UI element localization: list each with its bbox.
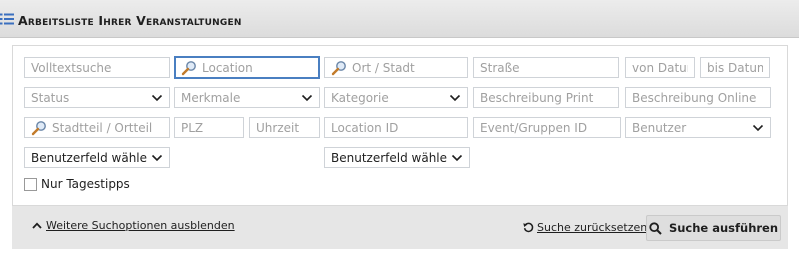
category-select[interactable]: Kategorie bbox=[324, 87, 468, 108]
magnifier-icon bbox=[31, 120, 46, 135]
street-input[interactable]: Straße bbox=[473, 57, 619, 78]
chevron-down-icon bbox=[151, 94, 163, 101]
chevron-down-icon bbox=[752, 124, 764, 131]
list-icon bbox=[0, 13, 14, 25]
chevron-down-icon bbox=[451, 154, 463, 161]
status-select[interactable]: Status bbox=[24, 87, 170, 108]
custom-field-select-2[interactable]: Benutzerfeld wählen bbox=[324, 147, 470, 168]
search-button[interactable]: Suche ausführen bbox=[646, 215, 781, 241]
district-input[interactable]: Stadtteil / Ortteil bbox=[24, 117, 170, 138]
hide-more-options-label: Weitere Suchoptionen ausblenden bbox=[46, 219, 235, 232]
reset-icon bbox=[523, 222, 534, 233]
daily-tips-checkbox[interactable] bbox=[24, 177, 37, 191]
chevron-up-icon bbox=[32, 222, 42, 229]
online-description-input[interactable]: Beschreibung Online bbox=[625, 87, 771, 108]
location-input[interactable]: Location bbox=[174, 56, 320, 79]
user-select[interactable]: Benutzer bbox=[625, 117, 771, 138]
custom-field-select-1[interactable]: Benutzerfeld wählen bbox=[24, 147, 170, 168]
search-button-label: Suche ausführen bbox=[668, 221, 779, 235]
search-footer: Weitere Suchoptionen ausblenden Suche zu… bbox=[12, 205, 788, 249]
zip-input[interactable]: PLZ bbox=[174, 117, 244, 138]
features-select[interactable]: Merkmale bbox=[174, 87, 320, 108]
chevron-down-icon bbox=[151, 154, 163, 161]
daily-tips-label: Nur Tagestipps bbox=[41, 177, 130, 191]
city-input[interactable]: Ort / Stadt bbox=[324, 57, 468, 78]
chevron-down-icon bbox=[301, 94, 313, 101]
reset-search-link[interactable]: Suche zurücksetzen bbox=[523, 221, 647, 234]
page-header: Arbeitsliste Ihrer Veranstaltungen bbox=[0, 0, 799, 38]
chevron-down-icon bbox=[449, 94, 461, 101]
daily-tips-filter[interactable]: Nur Tagestipps bbox=[24, 177, 130, 191]
date-to-input[interactable]: bis Datum bbox=[700, 57, 770, 78]
print-description-input[interactable]: Beschreibung Print bbox=[473, 87, 619, 108]
location-id-input[interactable]: Location ID bbox=[324, 117, 468, 138]
reset-search-label: Suche zurücksetzen bbox=[537, 221, 648, 234]
page-title: Arbeitsliste Ihrer Veranstaltungen bbox=[18, 13, 242, 28]
event-group-id-input[interactable]: Event/Gruppen ID bbox=[473, 117, 621, 138]
search-icon bbox=[649, 221, 662, 235]
time-input[interactable]: Uhrzeit bbox=[249, 117, 320, 138]
fulltext-search-input[interactable]: Volltextsuche bbox=[24, 57, 170, 78]
date-from-input[interactable]: von Datum bbox=[625, 57, 695, 78]
magnifier-icon bbox=[181, 60, 196, 75]
magnifier-icon bbox=[331, 60, 346, 75]
hide-more-options-link[interactable]: Weitere Suchoptionen ausblenden bbox=[32, 219, 235, 232]
